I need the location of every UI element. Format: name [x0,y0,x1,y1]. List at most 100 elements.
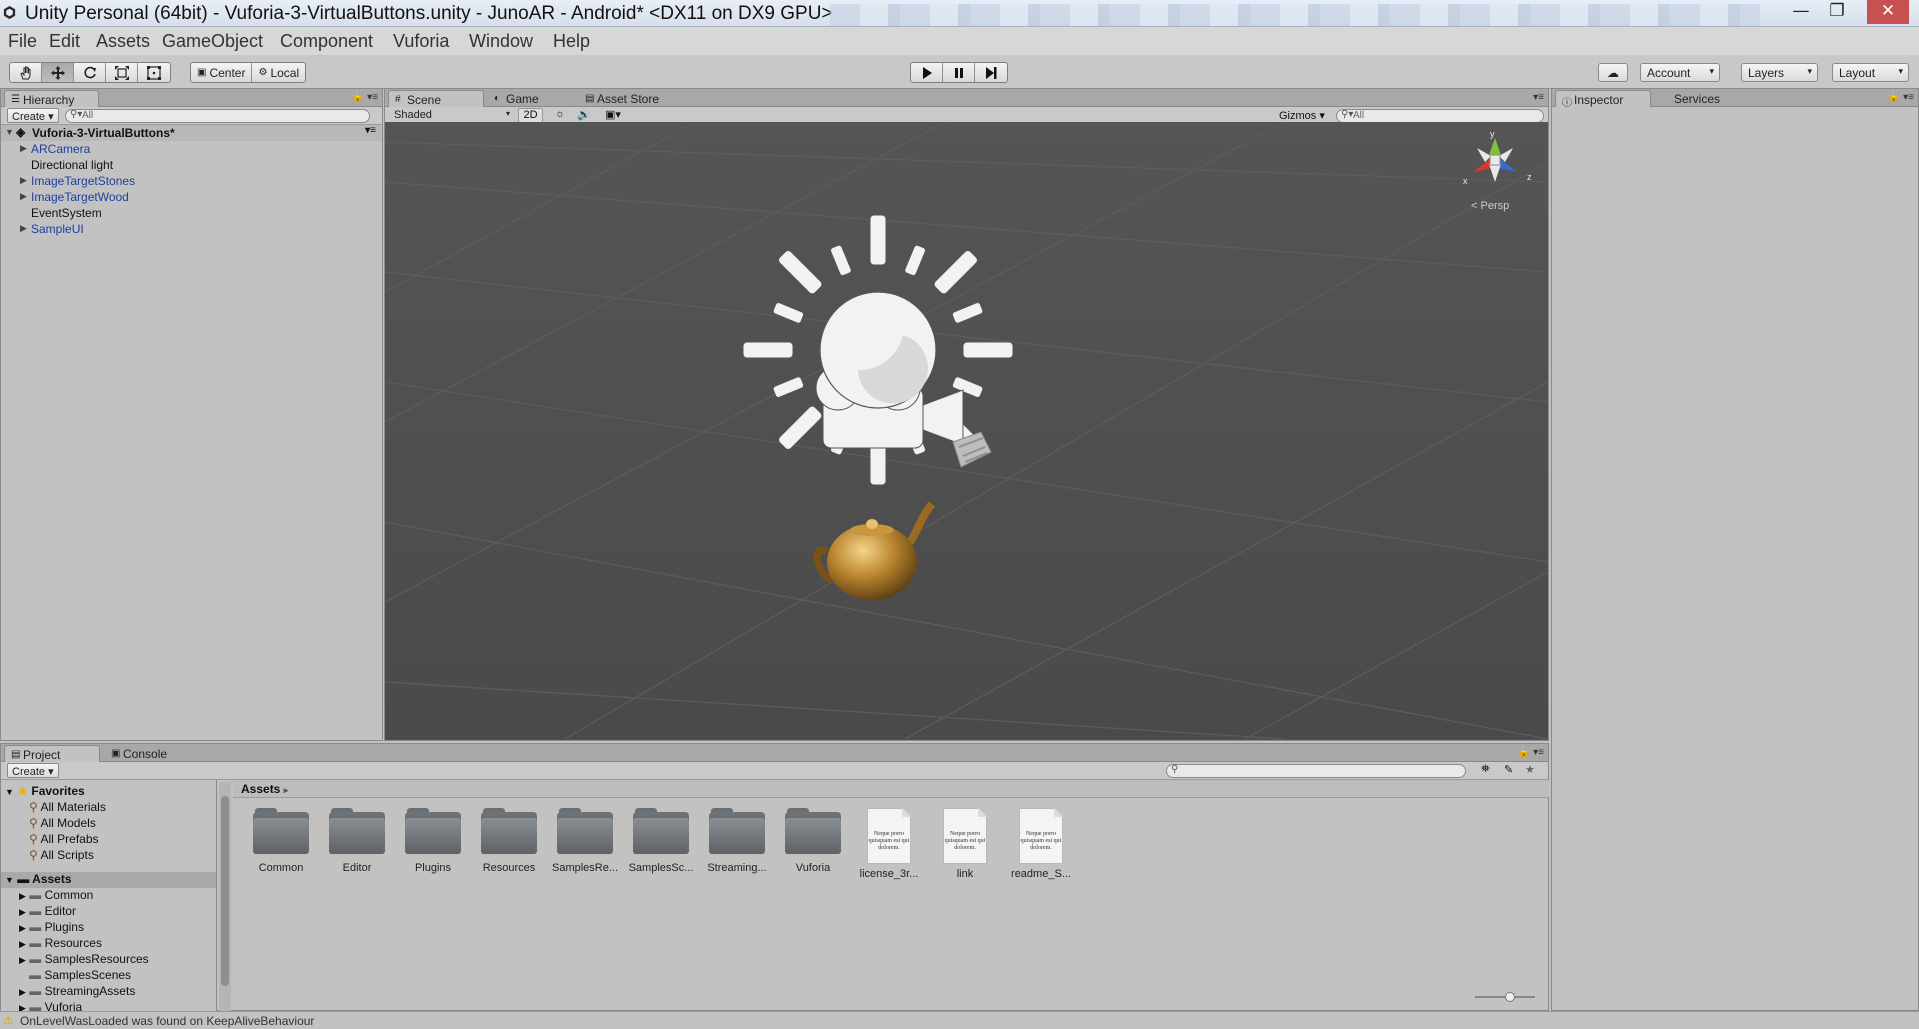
close-button[interactable]: ✕ [1867,0,1909,24]
assets-header[interactable]: ▼ ▬ Assets [1,872,216,888]
expand-arrow-icon[interactable]: ▶ [20,143,27,154]
audio-toggle-icon[interactable]: 🔊 [573,108,595,123]
menu-help[interactable]: Help [553,31,590,52]
gizmos-dropdown[interactable]: Gizmos ▾ [1275,108,1330,123]
effects-dropdown-icon[interactable]: ▣▾ [598,108,628,123]
rotate-tool-icon[interactable] [74,63,106,82]
asset-tile-folder[interactable]: SamplesRe... [548,808,622,874]
pivot-local-toggle[interactable]: ⚙ Local [252,63,305,82]
expand-arrow-icon[interactable]: ▼ [5,127,14,137]
expand-arrow-icon[interactable]: ▼ [5,875,14,885]
expand-arrow-icon[interactable]: ▶ [20,175,27,186]
play-button[interactable] [911,63,943,82]
tree-scrollbar-thumb[interactable] [221,796,229,986]
icon-size-slider-thumb[interactable] [1505,992,1515,1002]
layers-dropdown[interactable]: Layers ▾ [1741,63,1818,82]
scene-root-row[interactable]: ▼ ◈ Vuforia-3-VirtualButtons* ▾≡ [1,125,382,141]
menu-component[interactable]: Component [280,31,373,52]
create-label: Create [12,111,46,123]
expand-arrow-icon[interactable]: ▼ [5,787,14,797]
scene-viewport[interactable]: y x z < Persp [385,122,1548,739]
scene-menu-icon[interactable]: ▾≡ [365,125,376,136]
tab-asset-store[interactable]: ▤ Asset Store [579,90,679,107]
panel-menu-icon[interactable]: ▾≡ [1533,92,1544,103]
collab-cloud-button[interactable]: ☁ [1598,63,1628,82]
pivot-center-toggle[interactable]: ▣ Center [191,63,253,82]
asset-folder-item[interactable]: ▶ ▬ Editor [19,904,76,920]
asset-tile-text[interactable]: Neque porro quisquam est qui dolorem. rea… [1004,808,1078,880]
favorite-star-icon[interactable]: ★ [1525,763,1535,776]
asset-tile-folder[interactable]: Streaming... [700,808,774,874]
status-bar[interactable]: ⚠ OnLevelWasLoaded was found on KeepAliv… [0,1011,1919,1029]
tab-console[interactable]: ▣ Console [105,745,185,762]
tab-game[interactable]: ◐ Game [488,90,568,107]
project-search-input[interactable]: ⚲ [1166,764,1466,778]
panel-menu-icon[interactable]: 🔒 ▾≡ [1518,747,1544,758]
asset-tile-folder[interactable]: Resources [472,808,546,874]
filter-by-type-icon[interactable]: ⛯ [1481,763,1490,776]
expand-arrow-icon[interactable]: ▶ [19,987,26,997]
tree-scrollbar[interactable] [219,782,231,1014]
minimize-button[interactable]: — [1783,0,1819,24]
favorite-item[interactable]: ⚲ All Models [29,816,96,832]
asset-tile-text[interactable]: Neque porro quisquam est qui dolorem. lic… [852,808,926,880]
expand-arrow-icon[interactable]: ▶ [20,191,27,202]
status-message: OnLevelWasLoaded was found on KeepAliveB… [20,1014,315,1028]
asset-tile-folder[interactable]: SamplesSc... [624,808,698,874]
expand-arrow-icon[interactable]: ▶ [19,923,26,933]
asset-tile-folder[interactable]: Plugins [396,808,470,874]
project-create-button[interactable]: Create ▾ [7,763,59,778]
account-dropdown[interactable]: Account ▾ [1640,63,1720,82]
tab-inspector[interactable]: ⓘ Inspector [1555,90,1651,109]
hand-tool-icon[interactable] [10,63,42,82]
persp-toggle[interactable]: < Persp [1471,200,1509,212]
2d-toggle[interactable]: 2D [518,108,543,123]
favorite-item[interactable]: ⚲ All Prefabs [29,832,99,848]
expand-arrow-icon[interactable]: ▶ [19,955,26,965]
favorites-header[interactable]: ▼ ★ Favorites [5,784,85,800]
asset-folder-item[interactable]: ▶ ▬ StreamingAssets [19,984,135,1000]
expand-arrow-icon[interactable]: ▶ [19,907,26,917]
panel-menu-icon[interactable]: 🔒 ▾≡ [1888,92,1914,103]
hierarchy-search-input[interactable]: ⚲▾ All [65,109,370,123]
maximize-button[interactable]: ❐ [1819,0,1855,24]
scene-search-input[interactable]: ⚲▾ All [1336,109,1544,123]
shading-mode-dropdown[interactable]: Shaded ▾ [389,108,514,123]
step-button[interactable] [975,63,1007,82]
hierarchy-create-button[interactable]: Create ▾ [7,108,59,123]
pause-button[interactable] [943,63,975,82]
asset-folder-item[interactable]: ▬ SamplesScenes [29,968,131,984]
menu-vuforia[interactable]: Vuforia [393,31,449,52]
project-breadcrumb[interactable]: Assets ▸ [233,780,1549,798]
expand-arrow-icon[interactable]: ▶ [19,939,26,949]
asset-folder-item[interactable]: ▶ ▬ Resources [19,936,102,952]
asset-tile-folder[interactable]: Editor [320,808,394,874]
filter-by-label-icon[interactable]: ✎ [1504,763,1513,776]
menu-window[interactable]: Window [469,31,533,52]
asset-folder-item[interactable]: ▶ ▬ Common [19,888,93,904]
tab-scene[interactable]: # Scene [388,90,484,107]
menu-gameobject[interactable]: GameObject [162,31,263,52]
panel-menu-icon[interactable]: 🔒 ▾≡ [352,92,378,103]
move-tool-icon[interactable] [42,63,74,82]
rect-tool-icon[interactable] [138,63,170,82]
tab-project[interactable]: ▤ Project [4,745,100,762]
expand-arrow-icon[interactable]: ▶ [20,223,27,234]
expand-arrow-icon[interactable]: ▶ [19,891,26,901]
favorite-item[interactable]: ⚲ All Scripts [29,848,94,864]
menu-assets[interactable]: Assets [96,31,150,52]
favorite-item[interactable]: ⚲ All Materials [29,800,106,816]
menu-file[interactable]: File [8,31,37,52]
asset-tile-folder[interactable]: Common [244,808,318,874]
asset-tile-text[interactable]: Neque porro quisquam est qui dolorem. lin… [928,808,1002,880]
tab-hierarchy[interactable]: ☰ Hierarchy [4,90,99,107]
tab-services[interactable]: Services [1656,90,1736,107]
menu-edit[interactable]: Edit [49,31,80,52]
asset-folder-item[interactable]: ▶ ▬ SamplesResources [19,952,149,968]
scale-tool-icon[interactable] [106,63,138,82]
layout-dropdown[interactable]: Layout ▾ [1832,63,1909,82]
asset-tile-folder[interactable]: Vuforia [776,808,850,874]
lighting-toggle-icon[interactable]: ☼ [549,108,571,123]
icon-size-slider[interactable] [1475,992,1535,1002]
asset-folder-item[interactable]: ▶ ▬ Plugins [19,920,84,936]
